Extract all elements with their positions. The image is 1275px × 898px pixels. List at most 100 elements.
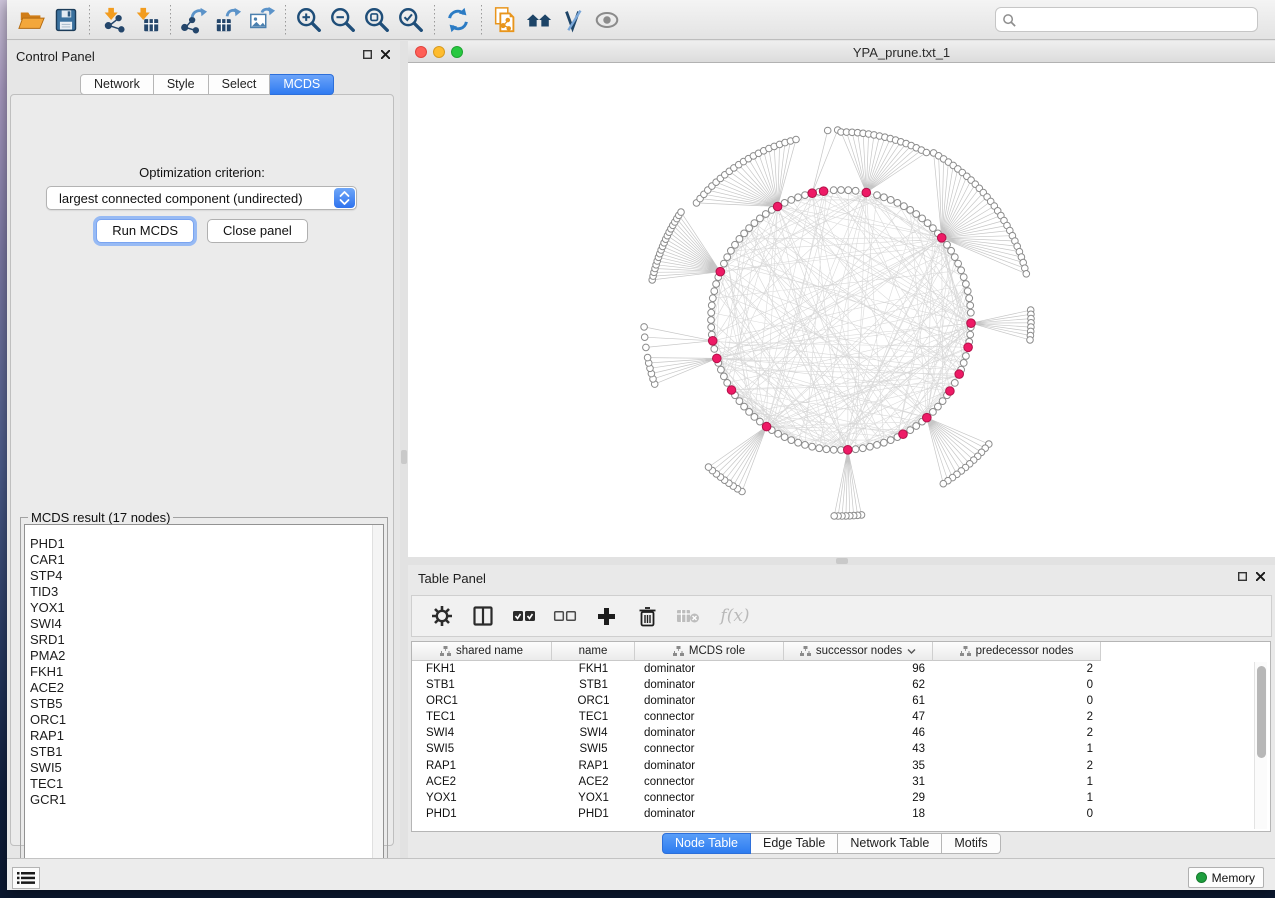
graph-node[interactable] xyxy=(894,200,901,207)
zoom-out-icon[interactable] xyxy=(326,3,360,37)
graph-dominator-node[interactable] xyxy=(773,202,782,211)
graph-node[interactable] xyxy=(930,409,937,416)
table-cell[interactable]: SWI5 xyxy=(412,741,552,757)
tab-style[interactable]: Style xyxy=(154,74,209,95)
tab-node-table[interactable]: Node Table xyxy=(662,833,751,854)
table-scrollbar-thumb[interactable] xyxy=(1257,666,1266,758)
network-overview-icon[interactable] xyxy=(522,3,556,37)
graph-node[interactable] xyxy=(728,247,735,254)
graph-node[interactable] xyxy=(901,203,908,210)
clone-network-icon[interactable] xyxy=(488,3,522,37)
table-cell[interactable]: TEC1 xyxy=(552,709,635,725)
table-cell[interactable]: connector xyxy=(635,790,784,806)
table-row[interactable]: RAP1RAP1dominator352 xyxy=(412,758,1270,774)
zoom-in-icon[interactable] xyxy=(292,3,326,37)
table-cell[interactable]: 0 xyxy=(933,693,1101,709)
table-cell[interactable]: PHD1 xyxy=(412,806,552,822)
mcds-result-item[interactable]: TEC1 xyxy=(30,776,383,792)
table-cell[interactable]: YOX1 xyxy=(412,790,552,806)
graph-dominator-node[interactable] xyxy=(708,337,717,346)
graph-node[interactable] xyxy=(966,295,973,302)
table-cell[interactable]: dominator xyxy=(635,693,784,709)
graph-node[interactable] xyxy=(935,403,942,410)
graph-node[interactable] xyxy=(736,398,743,405)
export-table-icon[interactable] xyxy=(211,3,245,37)
graph-node[interactable] xyxy=(964,288,971,295)
table-row[interactable]: FKH1FKH1dominator962 xyxy=(412,661,1270,677)
graph-node[interactable] xyxy=(721,260,728,267)
graph-node[interactable] xyxy=(887,437,894,444)
graph-node[interactable] xyxy=(741,230,748,237)
graph-node[interactable] xyxy=(708,309,715,316)
import-network-icon[interactable] xyxy=(96,3,130,37)
table-cell[interactable]: 43 xyxy=(784,741,933,757)
graph-node[interactable] xyxy=(788,437,795,444)
column-header-shared-name[interactable]: shared name xyxy=(412,642,552,661)
graph-node[interactable] xyxy=(781,434,788,441)
close-panel-icon[interactable] xyxy=(1256,572,1265,581)
graph-node[interactable] xyxy=(1027,337,1034,344)
table-cell[interactable]: STB1 xyxy=(412,677,552,693)
graph-node[interactable] xyxy=(1023,271,1030,278)
column-header-predecessor-nodes[interactable]: predecessor nodes xyxy=(933,642,1101,661)
mcds-result-item[interactable]: PHD1 xyxy=(30,536,383,552)
table-cell[interactable]: ORC1 xyxy=(412,693,552,709)
graph-node[interactable] xyxy=(708,324,715,331)
graph-node[interactable] xyxy=(845,187,852,194)
graph-node[interactable] xyxy=(746,409,753,416)
graph-node[interactable] xyxy=(967,331,974,338)
graph-node[interactable] xyxy=(930,225,937,232)
mcds-result-item[interactable]: SWI5 xyxy=(30,760,383,776)
graph-dominator-node[interactable] xyxy=(964,343,973,352)
mcds-result-item[interactable]: ORC1 xyxy=(30,712,383,728)
graph-dominator-node[interactable] xyxy=(762,422,771,431)
add-column-icon[interactable] xyxy=(594,603,618,629)
memory-button[interactable]: Memory xyxy=(1188,867,1264,888)
column-header-name[interactable]: name xyxy=(552,642,635,661)
graph-node[interactable] xyxy=(881,194,888,201)
network-graph-svg[interactable] xyxy=(408,63,1275,557)
table-row[interactable]: SWI5SWI5connector431 xyxy=(412,741,1270,757)
run-mcds-button[interactable]: Run MCDS xyxy=(96,219,194,243)
mcds-result-item[interactable]: STB1 xyxy=(30,744,383,760)
graph-node[interactable] xyxy=(802,192,809,199)
graph-node[interactable] xyxy=(887,197,894,204)
graph-dominator-node[interactable] xyxy=(713,354,722,363)
table-cell[interactable]: YOX1 xyxy=(552,790,635,806)
table-row[interactable]: YOX1YOX1connector291 xyxy=(412,790,1270,806)
graph-node[interactable] xyxy=(643,344,650,351)
graph-node[interactable] xyxy=(967,309,974,316)
graph-node[interactable] xyxy=(809,443,816,450)
table-cell[interactable]: RAP1 xyxy=(552,758,635,774)
table-cell[interactable]: STB1 xyxy=(552,677,635,693)
table-cell[interactable]: 2 xyxy=(933,709,1101,725)
column-header-successor-nodes[interactable]: successor nodes xyxy=(784,642,933,661)
graph-node[interactable] xyxy=(793,136,800,143)
mcds-result-item[interactable]: ACE2 xyxy=(30,680,383,696)
graph-node[interactable] xyxy=(762,211,769,218)
graph-node[interactable] xyxy=(830,187,837,194)
graph-dominator-node[interactable] xyxy=(727,386,736,395)
graph-node[interactable] xyxy=(816,445,823,452)
graph-dominator-node[interactable] xyxy=(716,267,725,276)
graph-node[interactable] xyxy=(724,254,731,261)
graph-node[interactable] xyxy=(824,127,831,134)
table-cell[interactable]: 62 xyxy=(784,677,933,693)
table-cell[interactable]: FKH1 xyxy=(552,661,635,677)
graph-node[interactable] xyxy=(795,194,802,201)
table-row[interactable]: TEC1TEC1connector472 xyxy=(412,709,1270,725)
graph-node[interactable] xyxy=(802,442,809,449)
table-cell[interactable]: connector xyxy=(635,709,784,725)
mcds-result-item[interactable]: GCR1 xyxy=(30,792,383,808)
table-cell[interactable]: 61 xyxy=(784,693,933,709)
graph-node[interactable] xyxy=(746,225,753,232)
close-panel-button[interactable]: Close panel xyxy=(207,219,308,243)
table-row[interactable]: ACE2ACE2connector311 xyxy=(412,774,1270,790)
search-input[interactable] xyxy=(1020,9,1250,30)
open-file-icon[interactable] xyxy=(15,3,49,37)
graph-node[interactable] xyxy=(641,324,648,331)
graph-dominator-node[interactable] xyxy=(808,189,817,198)
table-cell[interactable]: 1 xyxy=(933,790,1101,806)
table-cell[interactable]: 2 xyxy=(933,725,1101,741)
float-panel-icon[interactable] xyxy=(1238,572,1247,581)
